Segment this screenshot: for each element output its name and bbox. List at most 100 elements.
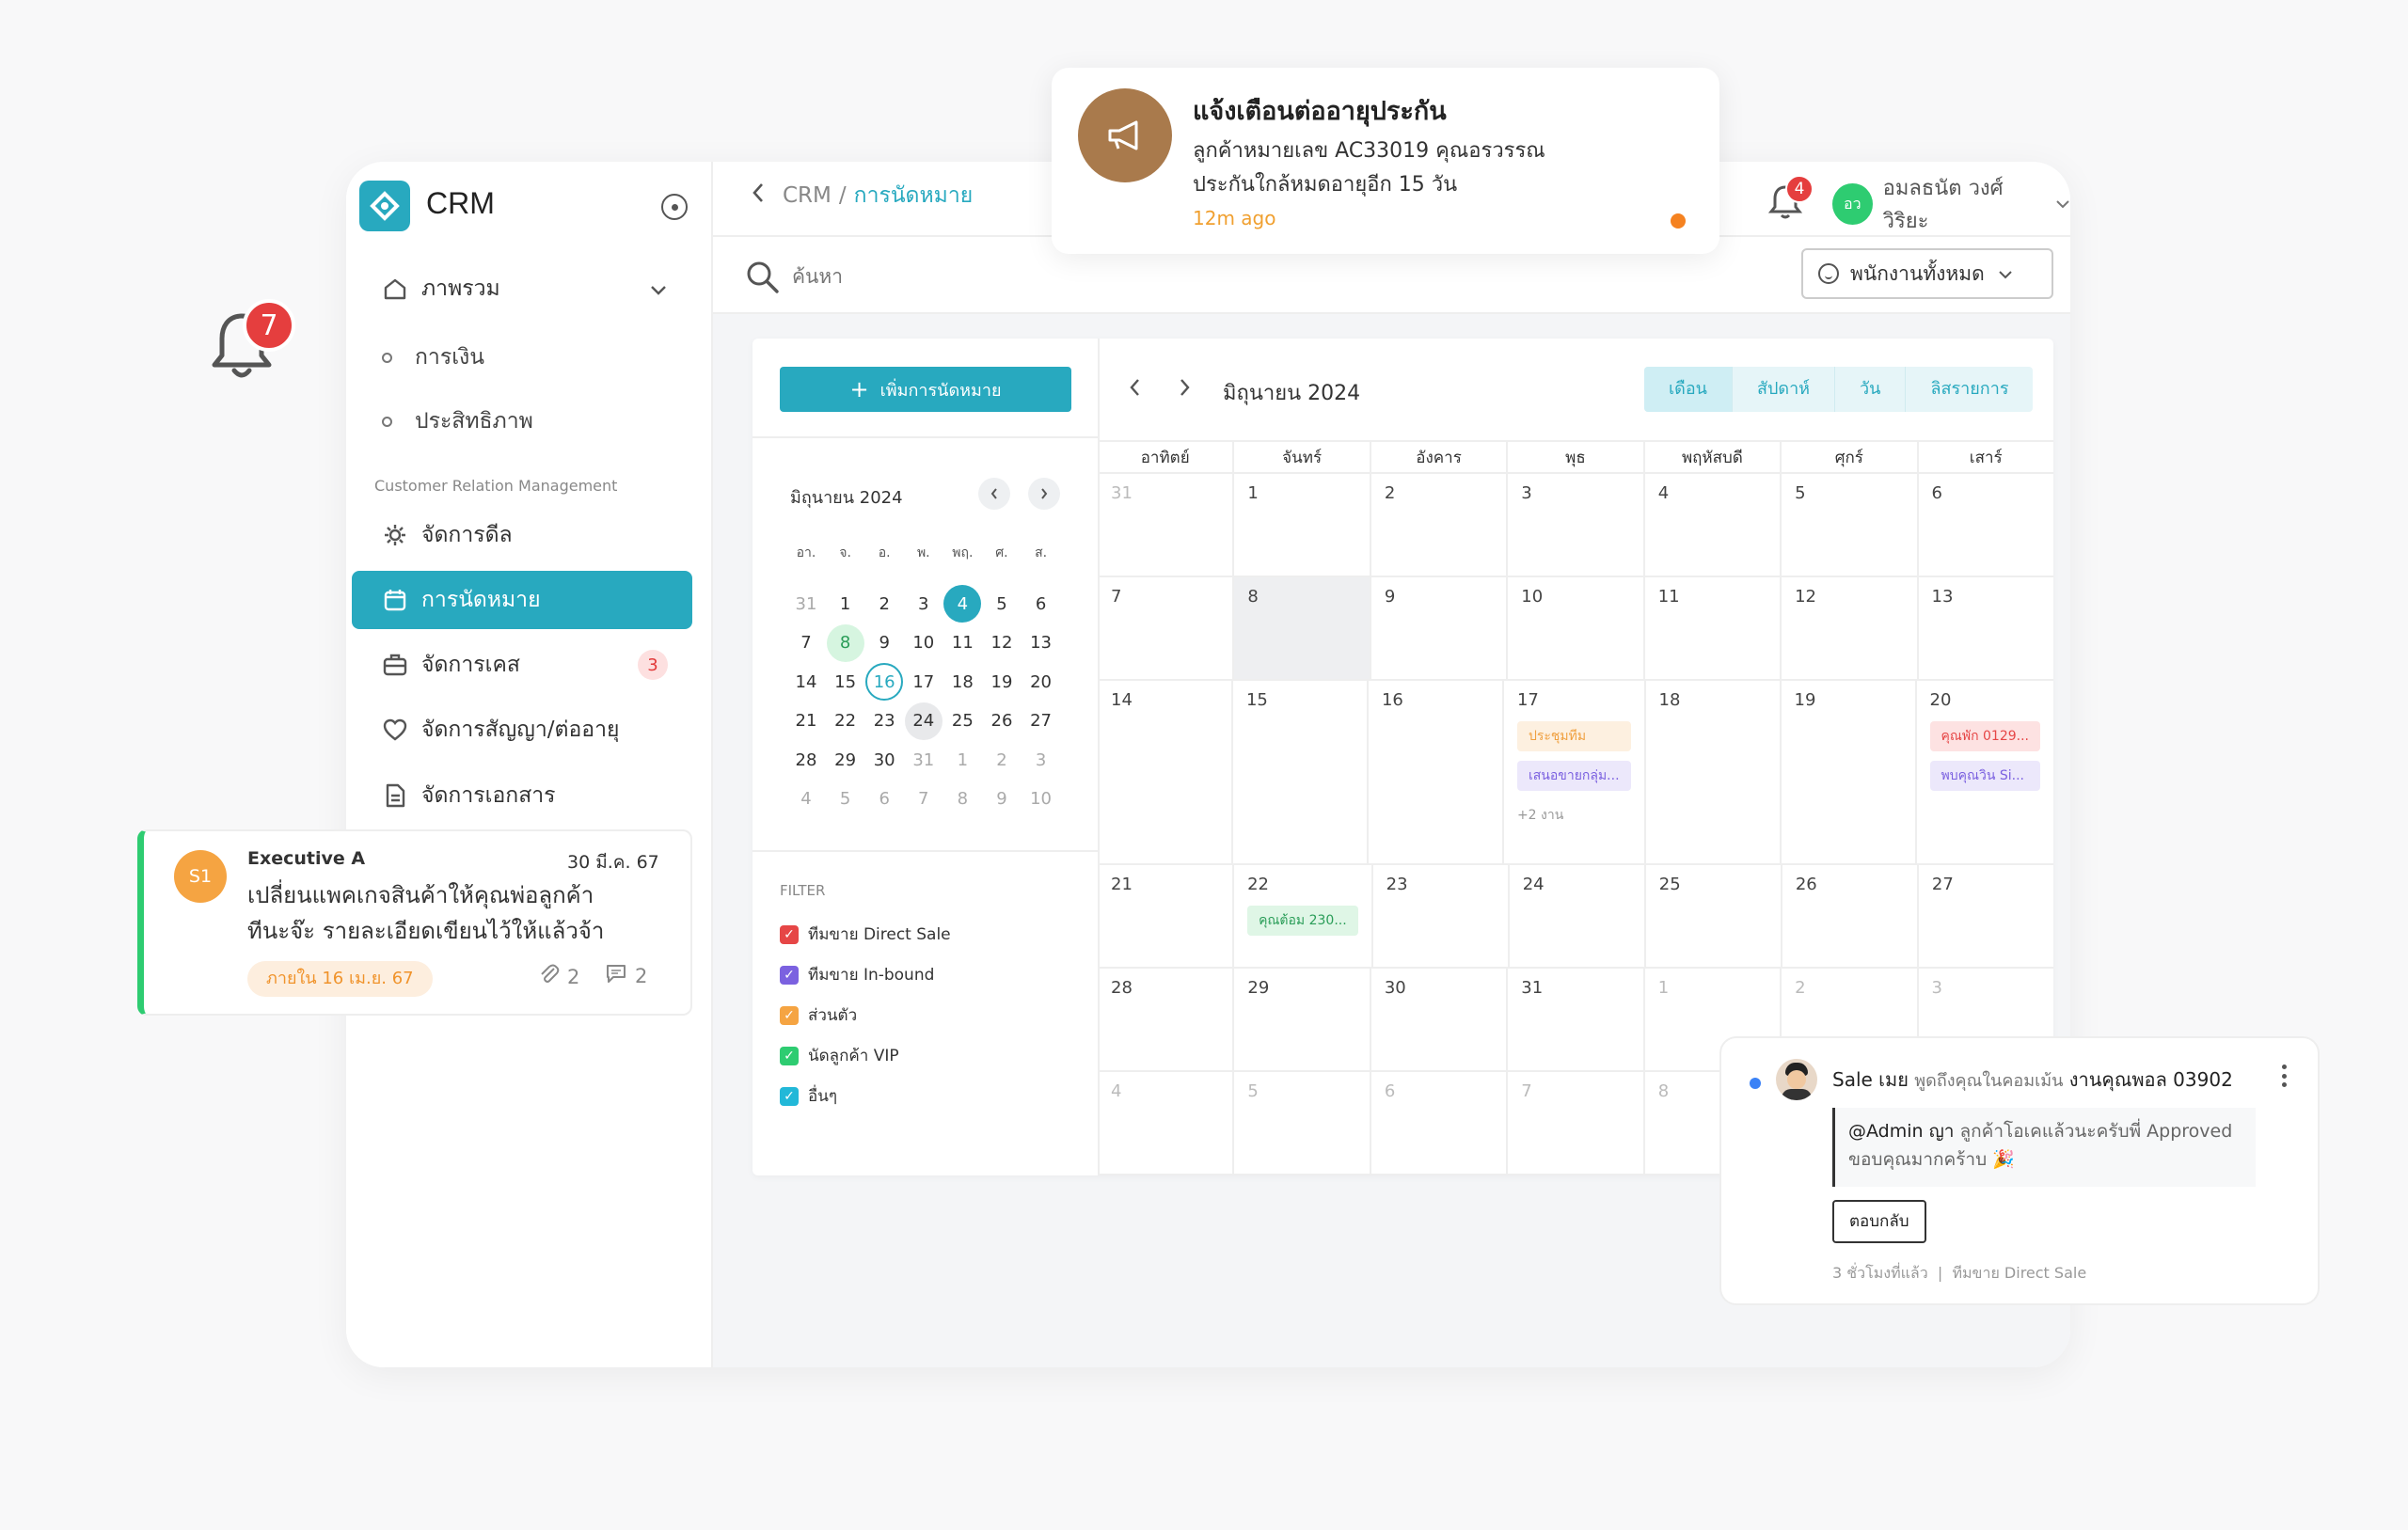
calendar-day-cell[interactable]: 29 — [1232, 969, 1369, 1070]
task-comments[interactable]: 2 — [605, 963, 647, 988]
more-events-link[interactable]: +2 งาน — [1517, 800, 1631, 830]
calendar-day-cell[interactable]: 28 — [1098, 969, 1232, 1070]
mini-day[interactable]: 31 — [787, 585, 825, 623]
sidebar-item-cases[interactable]: จัดการเคส 3 — [352, 636, 692, 694]
mini-day[interactable]: 8 — [826, 623, 864, 662]
mini-day[interactable]: 30 — [865, 741, 903, 779]
calendar-day-cell[interactable]: 31 — [1098, 474, 1232, 576]
notification-bell-button[interactable]: 4 — [1768, 175, 1815, 222]
calendar-event[interactable]: พบคุณวิน Si... — [1929, 761, 2040, 791]
mini-day[interactable]: 1 — [827, 585, 864, 623]
calendar-day-cell[interactable]: 19 — [1779, 681, 1915, 863]
mini-day[interactable]: 25 — [943, 702, 981, 740]
mini-day[interactable]: 8 — [943, 781, 981, 818]
calendar-day-cell[interactable]: 27 — [1916, 865, 2053, 967]
calendar-day-cell[interactable]: 25 — [1643, 865, 1781, 967]
calendar-day-cell[interactable]: 17 ประชุมทีม เสนอขายกลุ่ม... +2 งาน — [1501, 681, 1644, 863]
mini-day[interactable]: 2 — [983, 741, 1021, 779]
calendar-day-cell[interactable]: 1 — [1232, 474, 1369, 576]
mini-day[interactable]: 9 — [865, 624, 903, 662]
floating-bell[interactable]: 7 — [209, 299, 299, 378]
user-menu[interactable]: อว อมลธนัต วงศ์วิริยะ — [1830, 171, 2070, 237]
mini-day[interactable]: 29 — [827, 741, 864, 779]
breadcrumb-root[interactable]: CRM — [783, 183, 832, 208]
chevron-down-icon[interactable] — [649, 278, 668, 303]
sidebar-item-contracts[interactable]: จัดการสัญญา/ต่ออายุ — [352, 701, 692, 759]
mini-day[interactable]: 20 — [1022, 663, 1060, 701]
mini-day[interactable]: 23 — [865, 702, 903, 740]
filter-other[interactable]: ✓ อื่นๆ — [780, 1083, 837, 1109]
sidebar-subitem-finance[interactable]: การเงิน — [382, 340, 484, 374]
sidebar-subitem-performance[interactable]: ประสิทธิภาพ — [382, 404, 533, 438]
filter-direct-sale[interactable]: ✓ ทีมขาย Direct Sale — [780, 922, 951, 947]
prev-month-button[interactable] — [1129, 376, 1142, 402]
calendar-day-cell[interactable]: 9 — [1369, 577, 1506, 679]
mini-day[interactable]: 7 — [787, 624, 825, 662]
settings-icon[interactable] — [661, 194, 688, 220]
mini-day[interactable]: 4 — [787, 781, 825, 818]
task-card[interactable]: S1 Executive A 30 มี.ค. 67 เปลี่ยนแพคเกจ… — [137, 829, 692, 1016]
calendar-day-cell[interactable]: 16 — [1366, 681, 1502, 863]
more-vertical-icon[interactable] — [2282, 1065, 2288, 1087]
view-week-tab[interactable]: สัปดาห์ — [1731, 367, 1834, 412]
mini-day[interactable]: 3 — [905, 585, 943, 623]
mini-day[interactable]: 22 — [827, 702, 864, 740]
filter-personal[interactable]: ✓ ส่วนตัว — [780, 1002, 857, 1028]
calendar-event[interactable]: เสนอขายกลุ่ม... — [1516, 761, 1631, 791]
calendar-day-cell[interactable]: 11 — [1642, 577, 1780, 679]
mini-day[interactable]: 27 — [1022, 702, 1060, 740]
notification-toast[interactable]: แจ้งเตือนต่ออายุประกัน ลูกค้าหมายเลข AC3… — [1052, 68, 1719, 254]
filter-vip[interactable]: ✓ นัดลูกค้า VIP — [780, 1043, 899, 1068]
mini-next-button[interactable] — [1028, 478, 1060, 510]
view-month-tab[interactable]: เดือน — [1644, 367, 1732, 412]
mini-day[interactable]: 15 — [827, 663, 864, 701]
sidebar-item-appointments[interactable]: การนัดหมาย — [352, 571, 692, 629]
mini-day[interactable]: 17 — [905, 663, 943, 701]
reply-button[interactable]: ตอบกลับ — [1832, 1200, 1926, 1243]
calendar-day-cell[interactable]: 8 — [1232, 577, 1370, 679]
mini-day[interactable]: 6 — [865, 781, 903, 818]
mini-day[interactable]: 10 — [1022, 781, 1060, 818]
calendar-day-cell[interactable]: 7 — [1506, 1072, 1642, 1174]
calendar-event[interactable]: คุณพัก 0129... — [1929, 721, 2040, 751]
mini-day[interactable]: 16 — [865, 663, 904, 702]
calendar-day-cell[interactable]: 31 — [1506, 969, 1642, 1070]
calendar-day-cell[interactable]: 18 — [1643, 681, 1780, 863]
calendar-day-cell[interactable]: 5 — [1232, 1072, 1369, 1174]
calendar-day-cell[interactable]: 15 — [1230, 681, 1367, 863]
calendar-day-cell[interactable]: 7 — [1098, 577, 1232, 679]
calendar-day-cell[interactable]: 21 — [1098, 865, 1232, 967]
staff-filter-dropdown[interactable]: พนักงานทั้งหมด — [1801, 248, 2053, 299]
mini-day[interactable]: 26 — [983, 702, 1021, 740]
search-input[interactable] — [792, 256, 1356, 297]
calendar-day-cell[interactable]: 6 — [1916, 474, 2053, 576]
back-chevron-icon[interactable] — [751, 181, 766, 210]
mini-day[interactable]: 14 — [787, 663, 825, 701]
mini-day[interactable]: 24 — [904, 702, 943, 740]
calendar-day-cell[interactable]: 3 — [1506, 474, 1642, 576]
calendar-day-cell[interactable]: 24 — [1507, 865, 1644, 967]
calendar-day-cell[interactable]: 4 — [1642, 474, 1780, 576]
mini-day[interactable]: 4 — [943, 585, 982, 623]
calendar-day-cell[interactable]: 30 — [1369, 969, 1506, 1070]
mini-day[interactable]: 5 — [827, 781, 864, 818]
mini-day[interactable]: 21 — [787, 702, 825, 740]
mini-day[interactable]: 13 — [1022, 624, 1060, 662]
calendar-day-cell[interactable]: 13 — [1916, 577, 2053, 679]
calendar-day-cell[interactable]: 23 — [1370, 865, 1508, 967]
mini-day[interactable]: 19 — [983, 663, 1021, 701]
mini-day[interactable]: 6 — [1022, 585, 1060, 623]
mini-day[interactable]: 18 — [943, 663, 981, 701]
mini-day[interactable]: 9 — [983, 781, 1021, 818]
calendar-day-cell[interactable]: 26 — [1780, 865, 1917, 967]
mini-day[interactable]: 3 — [1022, 741, 1060, 779]
calendar-day-cell[interactable]: 4 — [1098, 1072, 1232, 1174]
calendar-day-cell[interactable]: 14 — [1098, 681, 1231, 863]
calendar-day-cell[interactable]: 10 — [1506, 577, 1642, 679]
calendar-event[interactable]: คุณต้อม 230... — [1247, 906, 1358, 936]
view-list-tab[interactable]: ลิสรายการ — [1905, 367, 2033, 412]
calendar-day-cell[interactable]: 5 — [1780, 474, 1916, 576]
sidebar-item-documents[interactable]: จัดการเอกสาร — [352, 766, 692, 825]
view-day-tab[interactable]: วัน — [1834, 367, 1905, 412]
mini-day[interactable]: 1 — [943, 741, 981, 779]
